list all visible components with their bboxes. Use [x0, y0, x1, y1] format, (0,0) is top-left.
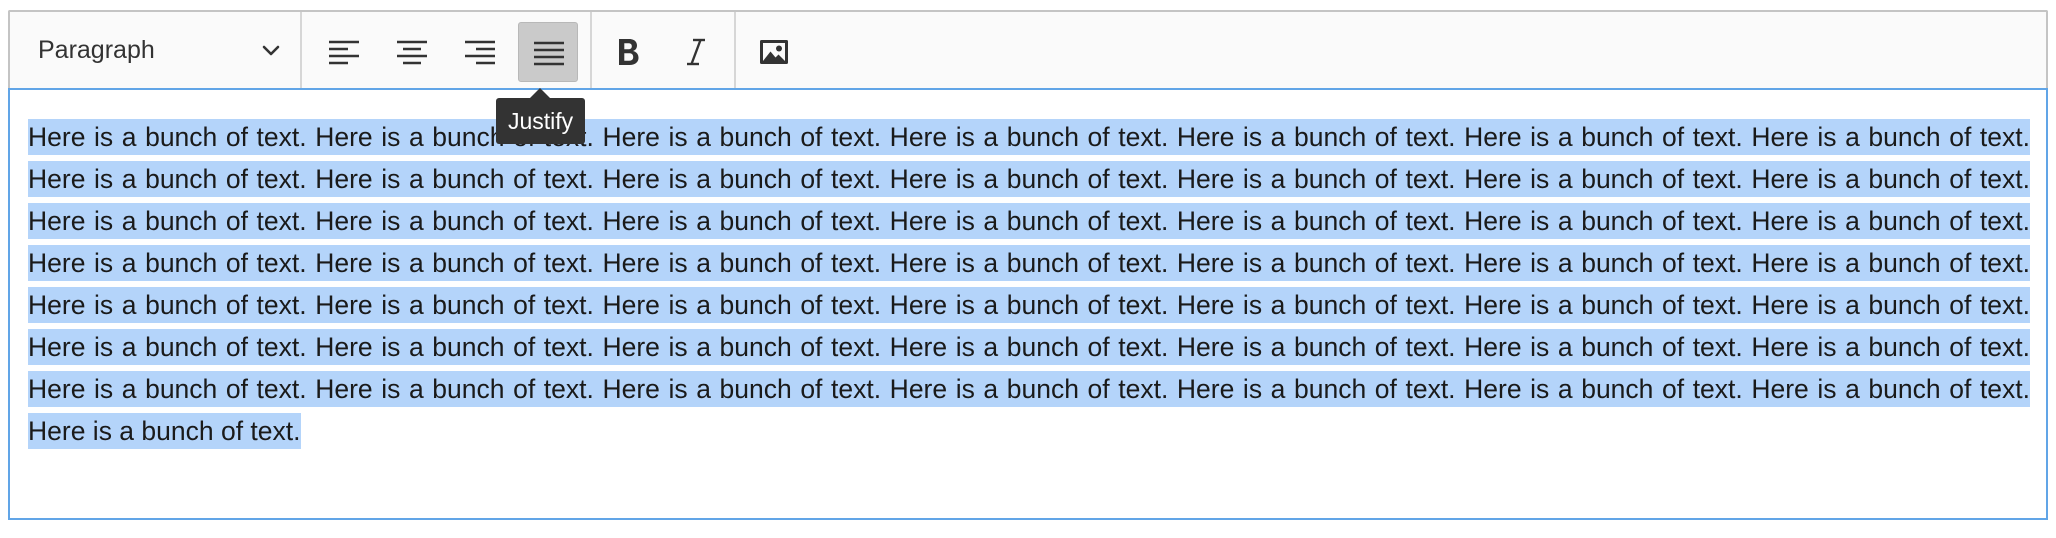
- align-left-button[interactable]: [314, 22, 374, 82]
- image-icon: [760, 40, 788, 64]
- align-center-icon: [397, 40, 427, 65]
- chevron-down-icon: [262, 45, 280, 56]
- italic-button[interactable]: [666, 22, 726, 82]
- align-justify-button[interactable]: [518, 22, 578, 82]
- editor-toolbar: Paragraph: [8, 10, 2048, 88]
- rich-text-editor: Paragraph Here is a bunch of text. Here …: [8, 10, 2048, 520]
- heading-dropdown[interactable]: Paragraph: [12, 12, 300, 88]
- align-right-button[interactable]: [450, 22, 510, 82]
- toolbar-separator: [590, 12, 592, 88]
- bold-icon: [619, 39, 639, 65]
- selected-text: Here is a bunch of text. Here is a bunch…: [28, 119, 2030, 449]
- align-right-icon: [465, 40, 495, 65]
- italic-icon: [687, 38, 705, 66]
- justify-tooltip: Justify: [496, 88, 586, 144]
- insert-image-button[interactable]: [744, 22, 804, 82]
- toolbar-separator: [300, 12, 302, 88]
- heading-dropdown-label: Paragraph: [38, 36, 155, 64]
- align-left-icon: [329, 40, 359, 65]
- align-center-button[interactable]: [382, 22, 442, 82]
- paragraph[interactable]: Here is a bunch of text. Here is a bunch…: [28, 116, 2030, 452]
- bold-button[interactable]: [598, 22, 658, 82]
- editor-content-area[interactable]: Here is a bunch of text. Here is a bunch…: [8, 88, 2048, 520]
- toolbar-separator: [734, 12, 736, 88]
- align-justify-icon: [534, 41, 564, 66]
